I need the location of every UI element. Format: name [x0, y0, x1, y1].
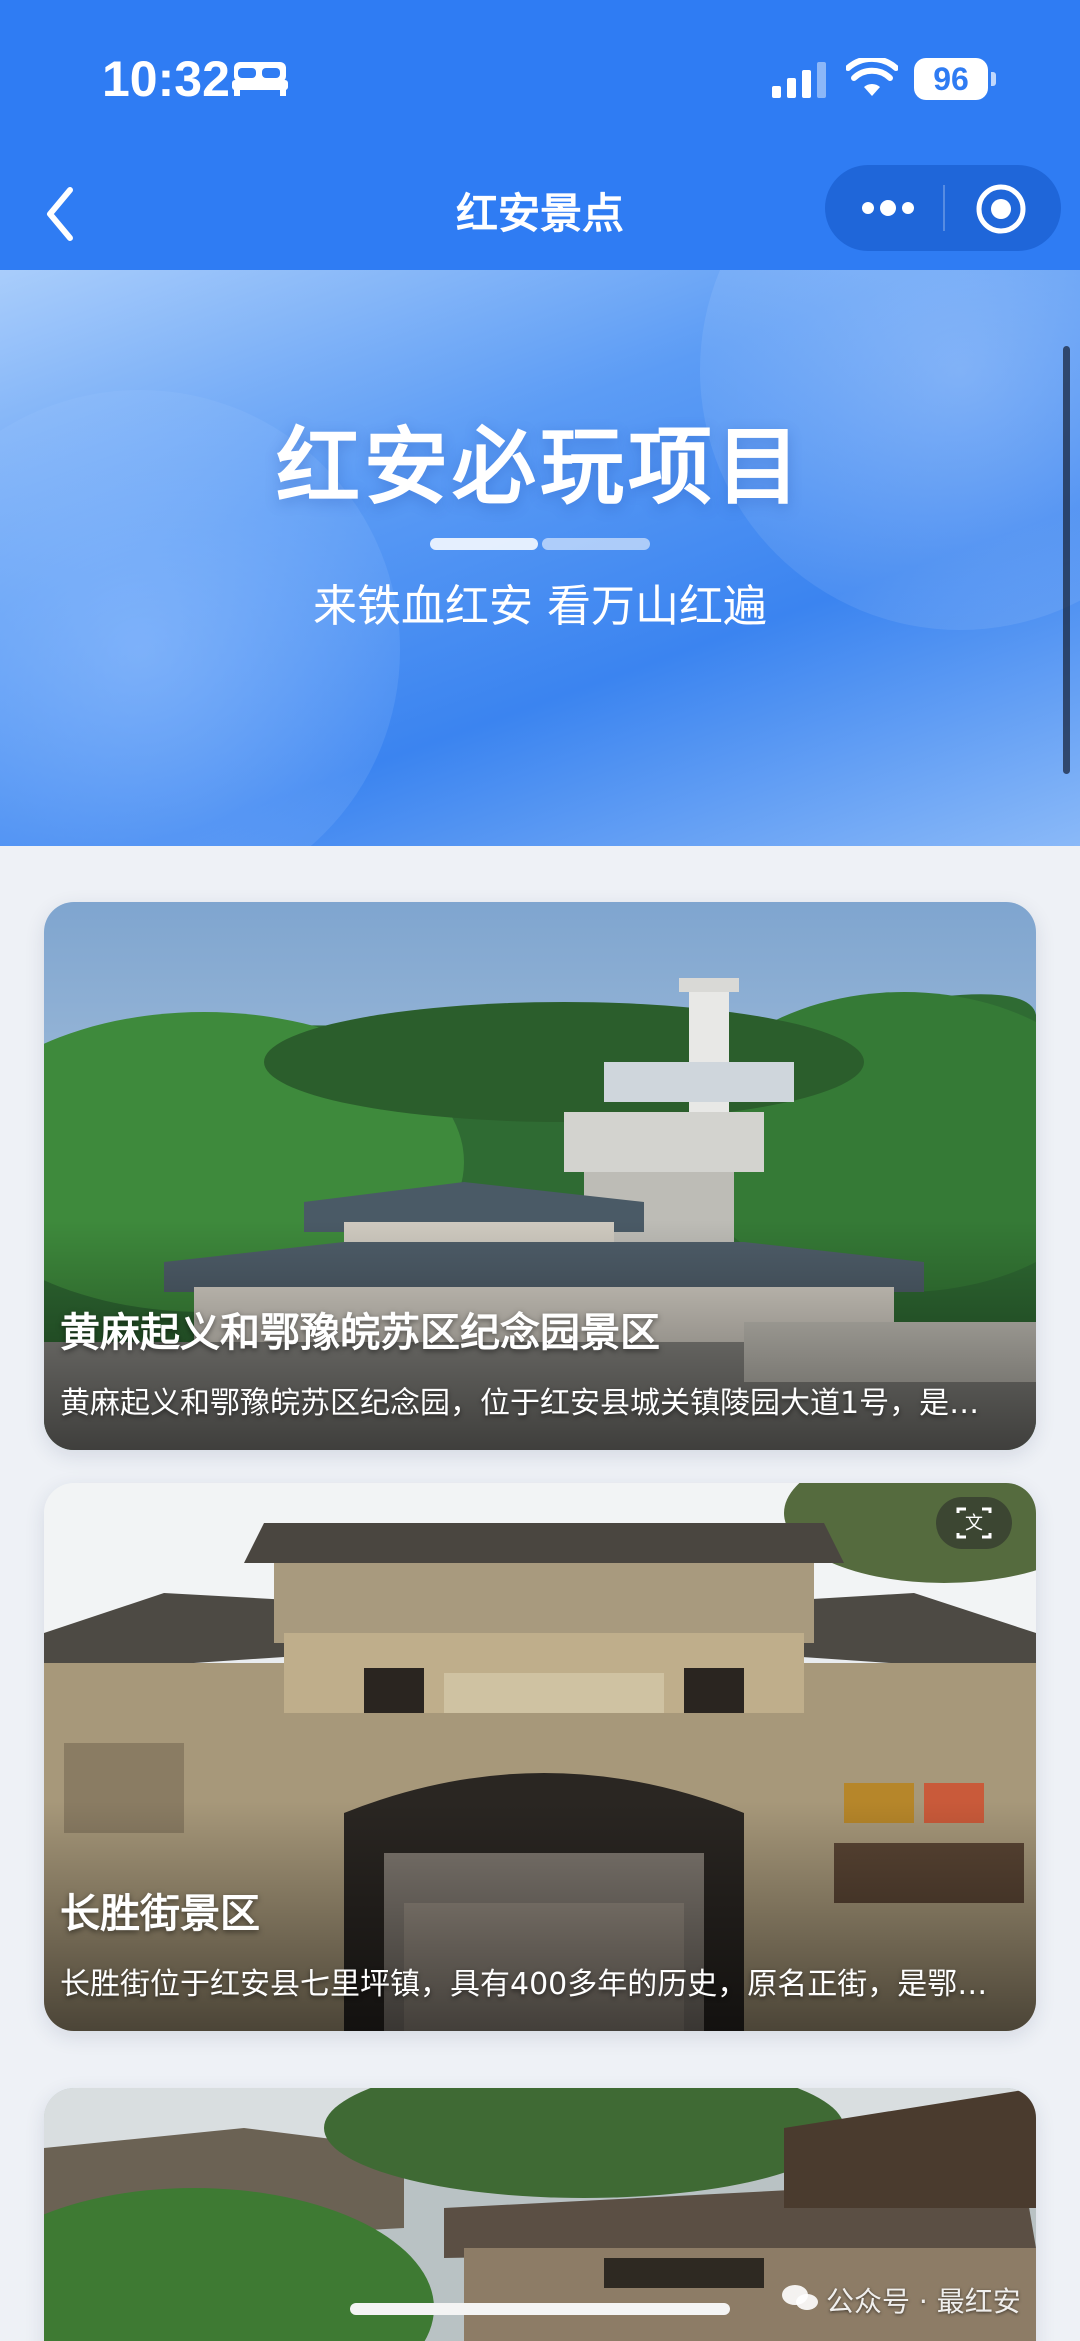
svg-text:文: 文: [965, 1513, 983, 1534]
scenic-spot-card[interactable]: 文 长胜街景区 长胜街位于红安县七里坪镇，具有400多年的历史，原名正街，是鄂豫…: [44, 1483, 1036, 2031]
hero-divider-bar: [430, 538, 538, 550]
card-description: 黄麻起义和鄂豫皖苏区纪念园，位于红安县城关镇陵园大道1号，是全国爱国主义教育示范…: [60, 1386, 1006, 1421]
cellular-signal-icon: [772, 62, 826, 98]
more-dots-icon[interactable]: [855, 187, 921, 229]
card-title: 黄麻起义和鄂豫皖苏区纪念园景区: [60, 1310, 660, 1356]
scenic-spot-card[interactable]: 黄麻起义和鄂豫皖苏区纪念园景区 黄麻起义和鄂豫皖苏区纪念园，位于红安县城关镇陵园…: [44, 902, 1036, 1450]
wechat-icon: [782, 2285, 818, 2310]
translate-scan-icon[interactable]: 文: [936, 1497, 1012, 1549]
battery-icon: 96: [914, 58, 996, 100]
status-time: 10:32: [102, 51, 230, 107]
hero-divider-bar: [542, 538, 650, 550]
hero-subtitle: 来铁血红安 看万山红遍: [313, 581, 767, 632]
capsule-divider: [943, 185, 945, 231]
target-circle-icon[interactable]: [975, 183, 1027, 235]
hero-title: 红安必玩项目: [275, 418, 804, 516]
watermark-text: 公众号 · 最红安: [826, 2280, 1021, 2320]
home-indicator[interactable]: [350, 2303, 730, 2315]
hero-banner: 红安必玩项目 来铁血红安 看万山红遍: [0, 270, 1080, 846]
scrollbar[interactable]: [1063, 346, 1070, 774]
battery-level: 96: [933, 60, 969, 97]
mini-program-capsule: [825, 165, 1061, 251]
card-description: 长胜街位于红安县七里坪镇，具有400多年的历史，原名正街，是鄂豫皖革命根据地的发…: [60, 1967, 1006, 2002]
watermark-label: 公众号 · 最红安: [826, 2285, 1021, 2318]
wifi-icon: [846, 58, 898, 96]
sleep-bed-icon: [232, 62, 288, 96]
card-title: 长胜街景区: [60, 1891, 260, 1937]
navigation-bar: 红安景点: [0, 160, 1080, 270]
status-bar: 10:32 96: [0, 0, 1080, 160]
